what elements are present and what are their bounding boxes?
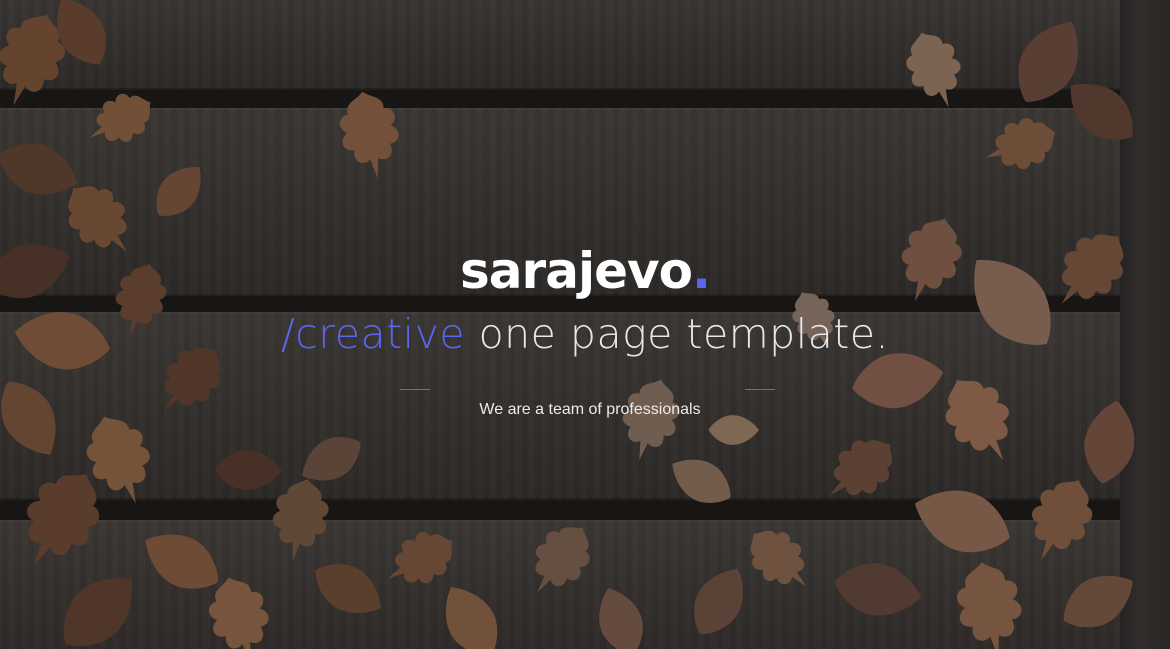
brand-title: sarajevo. (0, 236, 1170, 306)
hero-content: sarajevo. /creative one page template. W… (0, 0, 1170, 649)
divider-right (745, 389, 775, 390)
tagline: /creative one page template. (0, 304, 1170, 364)
brand-name: sarajevo (460, 242, 693, 300)
tagline-rest: one page template. (465, 310, 890, 358)
hero-subtitle: We are a team of professionals (479, 401, 701, 418)
divider-left (400, 389, 430, 390)
brand-dot: . (691, 242, 711, 300)
hero-section: sarajevo. /creative one page template. W… (0, 0, 1170, 649)
tagline-accent: /creative (280, 310, 466, 358)
